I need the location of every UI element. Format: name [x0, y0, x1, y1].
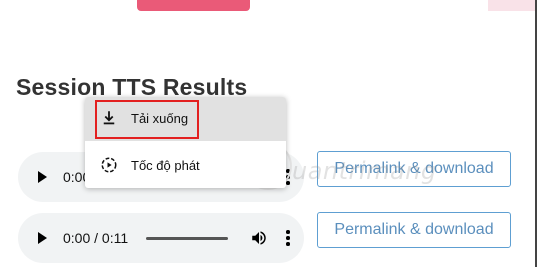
permalink-download-button[interactable]: Permalink & download [317, 212, 511, 248]
playback-speed-icon [101, 157, 117, 173]
play-icon[interactable] [38, 232, 47, 244]
highlight-box [95, 100, 199, 139]
play-icon[interactable] [38, 171, 47, 183]
progress-slider[interactable] [146, 237, 228, 240]
volume-icon[interactable] [250, 228, 268, 248]
top-light-pink-button[interactable] [488, 0, 537, 11]
menu-item-playback-speed[interactable]: Tốc độ phát [85, 144, 286, 188]
menu-item-label: Tốc độ phát [131, 158, 200, 173]
more-options-icon[interactable] [286, 230, 290, 246]
time-display: 0:00 / 0:11 [63, 230, 129, 246]
top-pink-button[interactable] [137, 0, 250, 11]
audio-player[interactable]: 0:00 / 0:11 [18, 213, 304, 263]
watermark-text: uantrimang [292, 157, 437, 185]
